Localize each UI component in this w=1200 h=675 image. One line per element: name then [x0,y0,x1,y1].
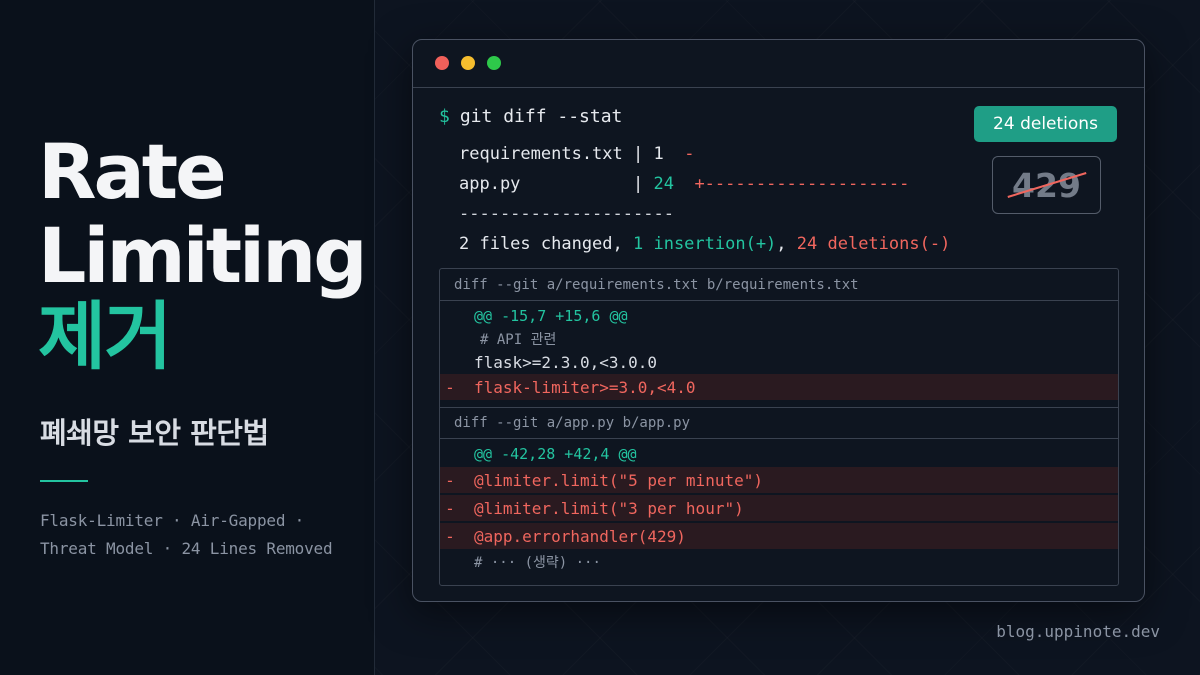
subtitle: 폐쇄망 보안 판단법 [40,416,269,450]
diff-sign: - [445,498,455,518]
diff-line-deleted: - @limiter.limit("5 per minute") [440,467,1118,493]
command-text: git diff --stat [459,106,623,127]
diff-header-requirements: diff --git a/requirements.txt b/requirem… [440,269,1118,301]
stat-bar: +-------------------- [694,174,910,194]
hunk-header: @@ -42,28 +42,4 @@ [440,441,1118,467]
maximize-dot-icon[interactable] [487,56,501,70]
status-code-429: 429 [1007,166,1087,205]
close-dot-icon[interactable] [435,56,449,70]
stat-line-app: app.py | 24 +-------------------- [459,174,909,194]
title-korean: 제거 [38,294,172,380]
title-line-1: Rate [38,127,227,216]
tags-line-2: Threat Model · 24 Lines Removed [40,539,333,558]
summary-prefix: 2 files changed, [459,234,633,254]
diff-text: flask-limiter>=3.0,<4.0 [474,377,696,397]
minimize-dot-icon[interactable] [461,56,475,70]
diff-text: @limiter.limit("3 per hour") [474,498,744,518]
stat-count: 24 [653,174,674,194]
summary-separator: , [776,234,797,254]
stat-file: requirements.txt | [459,144,654,164]
diff-line-deleted: - @app.errorhandler(429) [440,523,1118,549]
summary-deletions: 24 deletions(-) [796,234,951,254]
diff-line-deleted: - @limiter.limit("3 per hour") [440,495,1118,521]
stat-summary: 2 files changed, 1 insertion(+), 24 dele… [459,234,950,254]
stat-line-requirements: requirements.txt | 1 - [459,144,694,164]
stat-count: 1 [653,144,664,164]
stat-file: app.py | [459,174,654,194]
diff-text: @app.errorhandler(429) [474,526,686,546]
window-titlebar [413,40,1144,88]
diff-sign: - [445,377,455,397]
diff-line-deleted: - flask-limiter>=3.0,<4.0 [440,374,1118,400]
tag-list: Flask-Limiter · Air-Gapped · Threat Mode… [40,507,333,563]
diff-text: flask>=2.3.0,<3.0.0 [474,352,658,372]
diff-header-app: diff --git a/app.py b/app.py [440,407,1118,439]
diff-line-context: # ··· (생략) ··· [440,549,1118,575]
blog-url[interactable]: blog.uppinote.dev [996,622,1160,641]
title-panel: Rate Limiting 제거 폐쇄망 보안 판단법 Flask-Limite… [0,0,375,675]
diff-sign: - [445,470,455,490]
stat-separator: --------------------- [459,204,674,224]
status-code-box: 429 [992,156,1101,214]
accent-divider [40,480,88,482]
diff-text: # ··· (생략) ··· [474,555,601,571]
diff-panel: diff --git a/requirements.txt b/requirem… [439,268,1119,586]
diff-sign: - [445,526,455,546]
diff-text: @limiter.limit("5 per minute") [474,470,763,490]
terminal-window: $ git diff --stat requirements.txt | 1 - … [412,39,1145,602]
title-line-2: Limiting [38,211,368,300]
command-line: $ git diff --stat [439,106,622,127]
hunk-text: @@ -42,28 +42,4 @@ [474,445,637,463]
deletions-badge: 24 deletions [974,106,1117,142]
stat-bar: - [684,144,695,164]
diff-text: # API 관련 [480,332,557,348]
hunk-text: @@ -15,7 +15,6 @@ [474,307,628,325]
summary-insertions: 1 insertion(+) [633,234,777,254]
tags-line-1: Flask-Limiter · Air-Gapped · [40,511,305,530]
prompt-symbol: $ [439,106,450,127]
diff-line-context: flask>=2.3.0,<3.0.0 [440,349,1118,375]
